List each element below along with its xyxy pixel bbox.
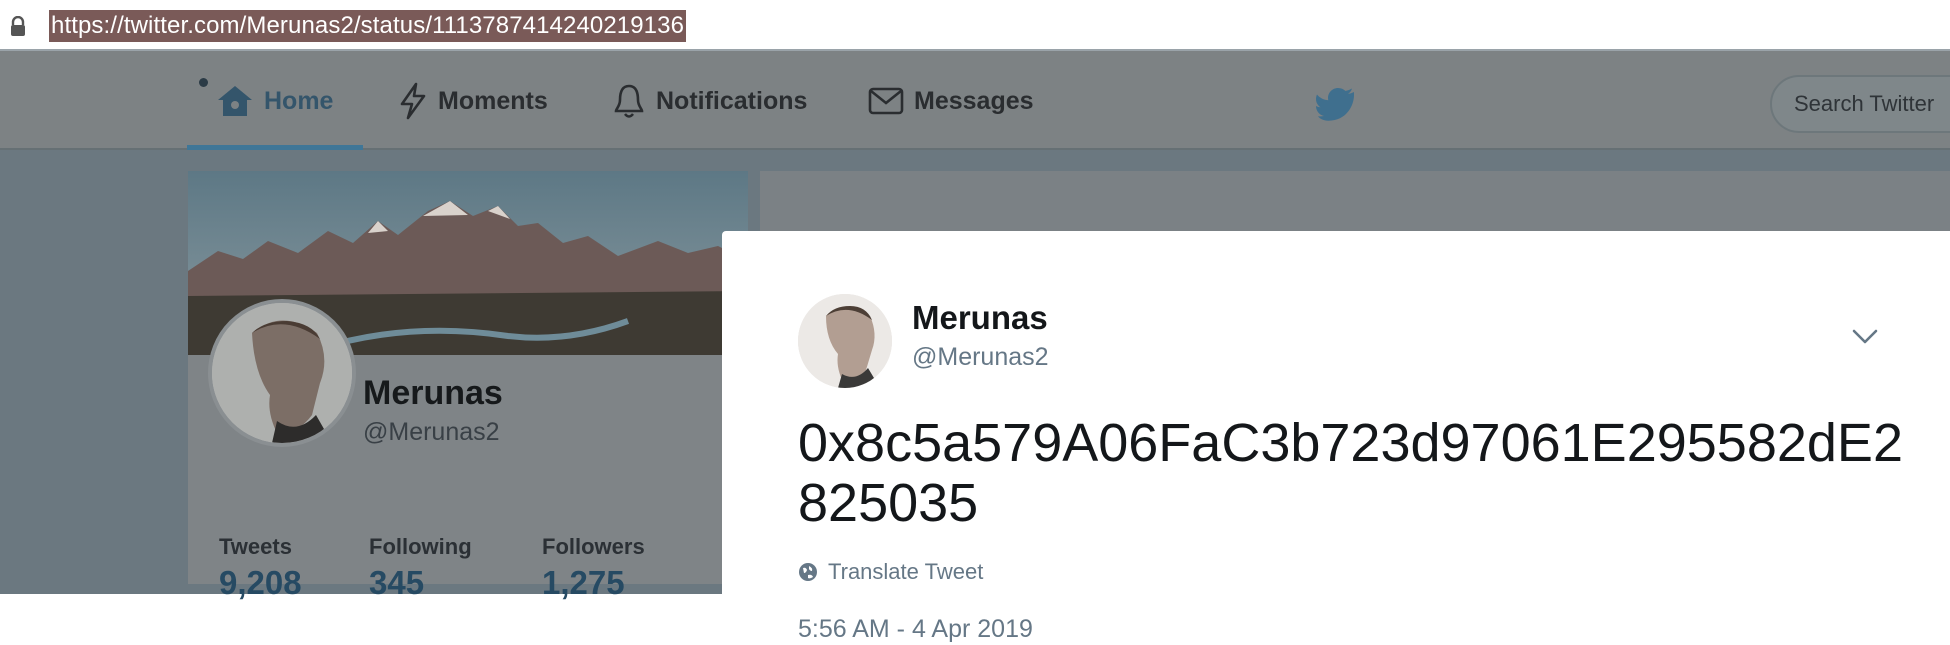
active-tab-indicator [187,145,363,150]
bell-icon [614,84,644,118]
top-nav: Home Moments Notifications Messages Sear… [0,51,1950,150]
translate-tweet-link[interactable]: Translate Tweet [798,559,983,585]
author-avatar[interactable] [798,294,892,388]
stat-tweets-value[interactable]: 9,208 [219,564,302,602]
nav-moments-label: Moments [438,86,548,115]
author-name[interactable]: Merunas [912,299,1048,337]
profile-avatar[interactable] [208,299,356,447]
search-input[interactable]: Search Twitter [1770,75,1950,133]
tweet-timestamp[interactable]: 5:56 AM - 4 Apr 2019 [798,615,1033,644]
url-text[interactable]: https://twitter.com/Merunas2/status/1113… [49,10,687,42]
profile-handle[interactable]: @Merunas2 [363,418,500,447]
stat-following-value[interactable]: 345 [369,564,424,602]
nav-notifications[interactable]: Notifications [612,81,807,121]
browser-address-bar[interactable]: https://twitter.com/Merunas2/status/1113… [0,0,1950,51]
chevron-down-icon[interactable] [1852,329,1878,345]
stat-followers-label[interactable]: Followers [542,534,645,560]
home-icon [218,86,252,116]
lightning-icon [400,82,426,120]
stat-followers-value[interactable]: 1,275 [542,564,625,602]
twitter-page: Home Moments Notifications Messages Sear… [0,51,1950,645]
nav-home[interactable]: Home [216,81,333,121]
lock-icon [11,16,25,36]
author-handle[interactable]: @Merunas2 [912,343,1049,372]
stat-tweets-label[interactable]: Tweets [219,534,292,560]
nav-notifications-label: Notifications [656,86,808,115]
profile-card: Merunas @Merunas2 Tweets 9,208 Following… [188,171,748,601]
stat-following-label[interactable]: Following [369,534,472,560]
envelope-icon [868,87,904,115]
twitter-bird-icon[interactable] [1316,87,1356,121]
tweet-text: 0x8c5a579A06FaC3b723d97061E295582dE28250… [798,413,1903,533]
nav-messages[interactable]: Messages [868,81,1034,121]
translate-label: Translate Tweet [828,559,984,584]
globe-icon [799,563,817,581]
new-content-dot [199,78,208,87]
tweet-modal: Merunas @Merunas2 0x8c5a579A06FaC3b723d9… [722,231,1950,645]
nav-messages-label: Messages [914,86,1034,115]
nav-home-label: Home [264,86,334,115]
nav-moments[interactable]: Moments [398,81,548,121]
profile-name[interactable]: Merunas [363,374,503,413]
